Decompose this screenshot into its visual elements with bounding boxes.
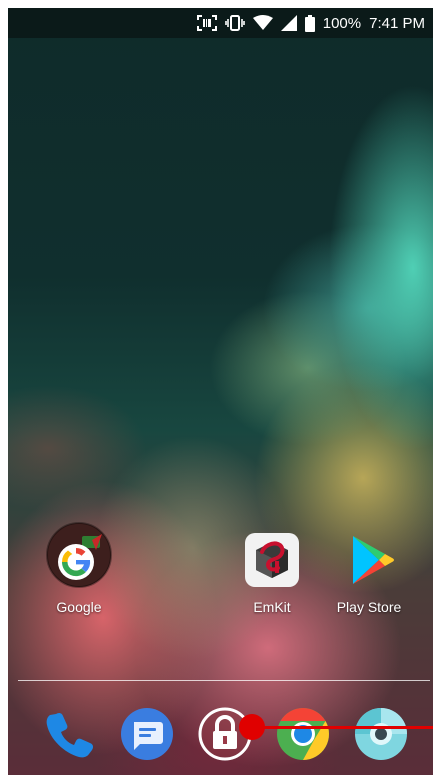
phone-icon: [43, 708, 95, 765]
scan-icon: [196, 15, 217, 31]
status-bar: 100% 7:41 PM: [8, 8, 433, 38]
signal-icon: [280, 15, 297, 31]
app-label-google: Google: [56, 599, 102, 615]
app-label-play-store: Play Store: [336, 599, 402, 615]
dock-messages[interactable]: [119, 707, 175, 766]
vibrate-icon: [224, 15, 245, 31]
dock-divider: [18, 680, 430, 681]
wifi-icon: [252, 15, 273, 31]
dock-chrome[interactable]: [275, 707, 331, 766]
google-folder-icon: [46, 522, 112, 593]
dock-camera[interactable]: [353, 707, 409, 766]
camera-icon: [354, 707, 408, 766]
messages-icon: [120, 707, 174, 766]
emkit-icon: [244, 532, 300, 593]
app-google-folder[interactable]: Google: [39, 522, 119, 615]
touch-indicator-dot: [239, 714, 265, 740]
clock: 7:41 PM: [369, 14, 425, 32]
battery-icon: [304, 14, 315, 32]
battery-percent: 100%: [322, 14, 362, 32]
home-screen: 100% 7:41 PM Google EmKit Play Store: [8, 8, 433, 775]
app-emkit[interactable]: EmKit: [232, 532, 312, 615]
dock-phone[interactable]: [41, 708, 97, 764]
touch-indicator-line: [254, 726, 433, 729]
chrome-icon: [276, 707, 330, 766]
app-play-store[interactable]: Play Store: [329, 532, 409, 615]
app-label-emkit: EmKit: [253, 599, 291, 615]
play-store-icon: [341, 532, 397, 593]
